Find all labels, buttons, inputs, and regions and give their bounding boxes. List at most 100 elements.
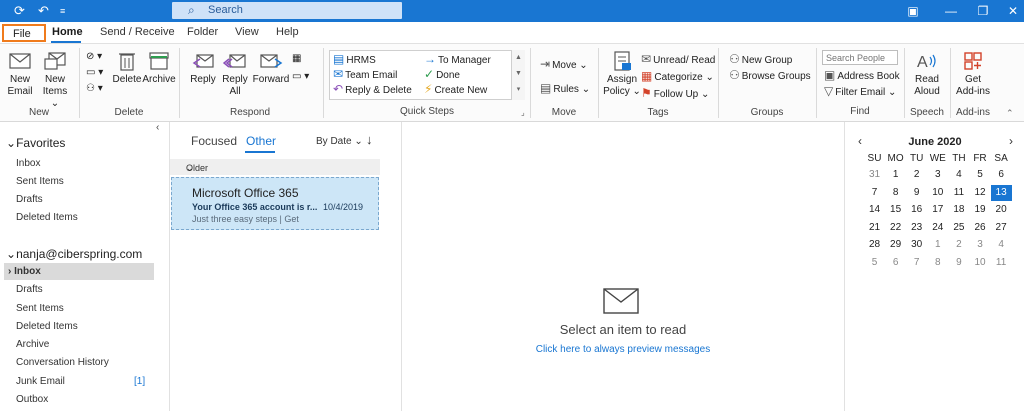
follow-up-button[interactable]: ⚑ Follow Up ⌄ xyxy=(641,86,709,102)
quick-step-to-manager[interactable]: → To Manager xyxy=(424,52,491,68)
calendar-day[interactable]: 22 xyxy=(885,220,906,236)
calendar-day[interactable]: 28 xyxy=(864,237,885,253)
filter-email-button[interactable]: ▽ Filter Email ⌄ xyxy=(824,84,896,100)
calendar-day[interactable]: 8 xyxy=(885,185,906,201)
calendar-day[interactable]: 6 xyxy=(991,167,1012,183)
folder-deleted-items[interactable]: Deleted Items xyxy=(16,321,78,332)
calendar-day[interactable]: 3 xyxy=(927,167,948,183)
tab-help[interactable]: Help xyxy=(276,26,299,38)
unread-read-button[interactable]: ✉ Unread/ Read xyxy=(641,52,715,68)
move-button[interactable]: ⇥ Move ⌄ xyxy=(540,57,588,73)
undo-icon[interactable]: ↶ xyxy=(38,3,49,19)
ignore-icon[interactable]: ⊘ ▾ xyxy=(86,50,102,64)
collapse-ribbon-icon[interactable]: ⌃ xyxy=(1006,106,1014,120)
customize-quick-access-icon[interactable]: ≡ xyxy=(60,3,65,19)
delete-button[interactable]: Delete xyxy=(112,50,142,86)
preview-messages-link[interactable]: Click here to always preview messages xyxy=(403,344,843,355)
quick-step-team-email[interactable]: ✉ Team Email xyxy=(333,67,397,83)
calendar-day[interactable]: 26 xyxy=(970,220,991,236)
calendar-day[interactable]: 24 xyxy=(927,220,948,236)
calendar-day[interactable]: 8 xyxy=(927,255,948,271)
sort-direction-icon[interactable]: ↓ xyxy=(366,132,373,147)
quick-step-hrms[interactable]: ▤ HRMS xyxy=(333,52,376,68)
folder-archive[interactable]: Archive xyxy=(16,339,49,350)
folder-outbox[interactable]: Outbox xyxy=(16,394,48,405)
read-aloud-button[interactable]: A Read Aloud xyxy=(909,50,945,98)
account-header[interactable]: ⌄nanja@ciberspring.com xyxy=(6,247,142,261)
collapse-folder-pane-icon[interactable]: ‹ xyxy=(156,122,159,133)
folder-drafts[interactable]: Drafts xyxy=(16,284,43,295)
group-header-older[interactable]: ⌄ Older xyxy=(170,159,380,175)
next-month-icon[interactable]: › xyxy=(1009,134,1013,148)
address-book-button[interactable]: ▣ Address Book xyxy=(824,68,900,84)
calendar-day[interactable]: 21 xyxy=(864,220,885,236)
favorite-sent-items[interactable]: Sent Items xyxy=(16,176,64,187)
calendar-day[interactable]: 2 xyxy=(948,237,969,253)
search-box[interactable]: ⌕ Search xyxy=(172,2,402,19)
rules-button[interactable]: ▤ Rules ⌄ xyxy=(540,81,590,97)
calendar-day[interactable]: 17 xyxy=(927,202,948,218)
calendar-day[interactable]: 9 xyxy=(906,185,927,201)
calendar-day[interactable]: 5 xyxy=(864,255,885,271)
quick-steps-dialog-icon[interactable]: ⌟ xyxy=(521,106,525,120)
calendar-day[interactable]: 11 xyxy=(948,185,969,201)
calendar-day[interactable]: 15 xyxy=(885,202,906,218)
calendar-day[interactable]: 6 xyxy=(885,255,906,271)
get-addins-button[interactable]: Get Add-ins xyxy=(953,50,993,98)
favorites-header[interactable]: ⌄Favorites xyxy=(6,136,65,150)
minimize-icon[interactable]: — xyxy=(934,0,968,22)
tab-home[interactable]: Home xyxy=(52,26,83,38)
quick-step-reply-delete[interactable]: ↶ Reply & Delete xyxy=(333,82,412,98)
scroll-up-icon[interactable]: ▲ xyxy=(512,50,525,66)
expand-gallery-icon[interactable]: ▾ xyxy=(512,82,525,98)
calendar-day[interactable]: 11 xyxy=(991,255,1012,271)
categorize-button[interactable]: ▦ Categorize ⌄ xyxy=(641,69,714,85)
calendar-day[interactable]: 1 xyxy=(927,237,948,253)
tab-focused[interactable]: Focused xyxy=(191,134,237,148)
forward-button[interactable]: Forward xyxy=(252,50,290,86)
calendar-day[interactable]: 1 xyxy=(885,167,906,183)
tab-other[interactable]: Other xyxy=(246,134,276,148)
tab-file[interactable]: File xyxy=(2,24,46,42)
junk-icon[interactable]: ⚇ ▾ xyxy=(86,82,103,96)
calendar-day[interactable]: 20 xyxy=(991,202,1012,218)
reply-button[interactable]: Reply xyxy=(188,50,218,86)
scroll-down-icon[interactable]: ▼ xyxy=(512,66,525,82)
calendar-day[interactable]: 12 xyxy=(970,185,991,201)
calendar-day[interactable]: 31 xyxy=(864,167,885,183)
folder-junk-email[interactable]: Junk Email xyxy=(16,376,65,387)
cleanup-icon[interactable]: ▭ ▾ xyxy=(86,66,103,80)
tab-send-receive[interactable]: Send / Receive xyxy=(100,26,175,38)
archive-button[interactable]: Archive xyxy=(142,50,176,86)
calendar-day[interactable]: 29 xyxy=(885,237,906,253)
tab-view[interactable]: View xyxy=(235,26,259,38)
search-people-input[interactable] xyxy=(822,50,898,65)
calendar-day[interactable]: 10 xyxy=(970,255,991,271)
reply-all-button[interactable]: Reply All xyxy=(220,50,250,98)
favorite-inbox[interactable]: Inbox xyxy=(16,158,40,169)
calendar-day[interactable]: 23 xyxy=(906,220,927,236)
sort-by-date-dropdown[interactable]: By Date ⌄ xyxy=(316,136,363,147)
calendar-day[interactable]: 10 xyxy=(927,185,948,201)
restore-icon[interactable]: ❐ xyxy=(966,0,1000,22)
new-items-button[interactable]: New Items ⌄ xyxy=(38,50,72,110)
quick-steps-scroll[interactable]: ▲ ▼ ▾ xyxy=(511,50,525,100)
folder-inbox[interactable]: › Inbox xyxy=(8,266,41,277)
calendar-day[interactable]: 4 xyxy=(948,167,969,183)
more-respond-icon[interactable]: ▭ ▾ xyxy=(292,70,309,84)
calendar-day[interactable]: 13 xyxy=(990,184,1012,201)
favorite-deleted-items[interactable]: Deleted Items xyxy=(16,212,78,223)
calendar-day[interactable]: 30 xyxy=(906,237,927,253)
calendar-day[interactable]: 14 xyxy=(864,202,885,218)
calendar-day[interactable]: 7 xyxy=(864,185,885,201)
close-icon[interactable]: ✕ xyxy=(996,0,1024,22)
calendar-day[interactable]: 16 xyxy=(906,202,927,218)
calendar-day[interactable]: 18 xyxy=(948,202,969,218)
ribbon-display-icon[interactable]: ▣ xyxy=(896,0,930,22)
favorite-drafts[interactable]: Drafts xyxy=(16,194,43,205)
calendar-day[interactable]: 19 xyxy=(970,202,991,218)
calendar-day[interactable]: 25 xyxy=(948,220,969,236)
calendar-day[interactable]: 4 xyxy=(991,237,1012,253)
quick-step-done[interactable]: ✓ Done xyxy=(424,67,460,83)
calendar-day[interactable]: 7 xyxy=(906,255,927,271)
